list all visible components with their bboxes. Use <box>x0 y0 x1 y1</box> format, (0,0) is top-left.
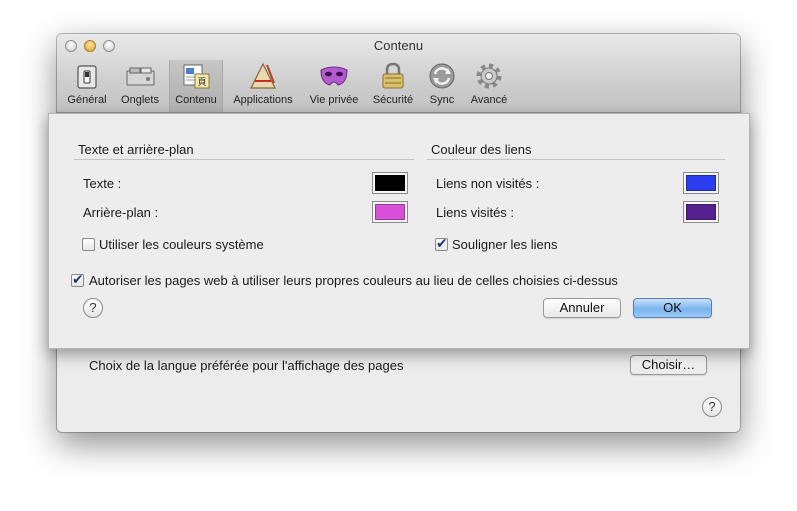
window-title: Contenu <box>373 38 424 53</box>
cancel-button[interactable]: Annuler <box>543 298 621 318</box>
text-color-fill <box>375 175 405 191</box>
section-divider <box>427 159 725 160</box>
toolbar-general[interactable]: Général <box>65 61 109 111</box>
text-color-well[interactable] <box>372 172 408 194</box>
toolbar-sync[interactable]: Sync <box>423 61 461 111</box>
toolbar-advanced[interactable]: Avancé <box>467 61 511 111</box>
sheet-help-button[interactable]: ? <box>83 298 103 318</box>
checkmark-icon: ✔ <box>72 271 84 287</box>
visited-links-color-fill <box>686 204 716 220</box>
ok-button[interactable]: OK <box>633 298 712 318</box>
background-color-well[interactable] <box>372 201 408 223</box>
text-color-label: Texte : <box>83 176 122 191</box>
system-colors-checkbox[interactable] <box>82 238 95 251</box>
toolbar-tabs[interactable]: Onglets <box>116 61 164 111</box>
visited-links-color-well[interactable] <box>683 201 719 223</box>
toolbar-privacy[interactable]: Vie privée <box>306 61 362 111</box>
gear-icon <box>476 63 502 89</box>
applications-icon <box>250 62 276 89</box>
toolbar-content[interactable]: 頁 Contenu <box>169 60 223 112</box>
allow-page-colors-checkbox[interactable]: ✔ <box>71 271 84 287</box>
section-divider <box>74 159 414 160</box>
unvisited-links-color-fill <box>686 175 716 191</box>
content-icon: 頁 <box>183 64 210 89</box>
colors-sheet: Texte et arrière-plan Couleur des liens … <box>48 113 750 349</box>
background-color-label: Arrière-plan : <box>83 205 159 220</box>
checkmark-icon: ✔ <box>436 235 448 251</box>
svg-text:頁: 頁 <box>197 77 206 88</box>
background-color-fill <box>375 204 405 220</box>
language-description: Choix de la langue préférée pour l'affic… <box>89 358 404 373</box>
choose-language-button[interactable]: Choisir… <box>630 355 707 375</box>
padlock-icon <box>382 62 404 89</box>
privacy-mask-icon <box>320 66 348 86</box>
link-colors-section-title: Couleur des liens <box>431 142 532 157</box>
tabs-icon <box>126 67 155 86</box>
toolbar-applications[interactable]: Applications <box>227 61 299 111</box>
window-help-button[interactable]: ? <box>702 397 722 417</box>
text-background-section-title: Texte et arrière-plan <box>78 142 194 157</box>
system-colors-label: Utiliser les couleurs système <box>99 237 264 252</box>
toolbar-security[interactable]: Sécurité <box>369 61 417 111</box>
allow-page-colors-label: Autoriser les pages web à utiliser leurs… <box>89 273 618 288</box>
underline-links-checkbox[interactable]: ✔ <box>435 235 448 251</box>
switch-icon <box>77 65 97 89</box>
unvisited-links-label: Liens non visités : <box>436 176 540 191</box>
underline-links-label: Souligner les liens <box>452 237 558 252</box>
visited-links-label: Liens visités : <box>436 205 515 220</box>
unvisited-links-color-well[interactable] <box>683 172 719 194</box>
sync-icon <box>429 63 455 89</box>
title-bar: Contenu Général Onglets 頁 Contenu Applic… <box>57 34 740 113</box>
